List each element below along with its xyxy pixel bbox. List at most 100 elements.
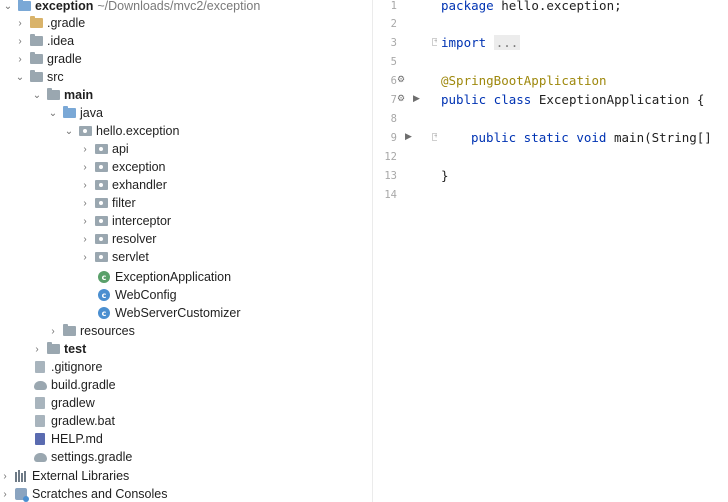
chevron-right-icon[interactable]: › — [47, 322, 59, 340]
spring-bean-icon[interactable]: ⚙ — [397, 74, 405, 85]
source-folder-icon — [62, 106, 76, 120]
tree-item-label: filter — [112, 196, 136, 210]
package-icon — [94, 196, 108, 210]
tree-item-interceptor[interactable]: › interceptor — [0, 212, 372, 230]
run-icon[interactable]: ▶ — [405, 131, 412, 142]
code-line: package hello.exception; — [441, 0, 622, 15]
tree-item-web-server-customizer[interactable]: c WebServerCustomizer — [0, 304, 372, 322]
tree-item-servlet[interactable]: › servlet — [0, 248, 372, 266]
tree-item-gradle[interactable]: › gradle — [0, 50, 372, 68]
line-number: 2 — [390, 17, 397, 30]
package-icon — [94, 250, 108, 264]
tree-item-label: api — [112, 142, 129, 156]
code-line: public static void main(String[] — [471, 128, 712, 147]
run-icon[interactable]: ▶ — [413, 93, 420, 104]
tree-item-label: resources — [80, 324, 135, 338]
chevron-down-icon[interactable]: ⌄ — [47, 104, 59, 122]
tree-item-exception-application[interactable]: c ExceptionApplication — [0, 268, 372, 286]
project-tree: ⌄ exception ~/Downloads/mvc2/exception ›… — [0, 0, 372, 502]
tree-item-api[interactable]: › api — [0, 140, 372, 158]
chevron-right-icon[interactable]: › — [14, 14, 26, 32]
line-number: 8 — [390, 112, 397, 125]
project-name: exception — [35, 0, 94, 13]
package-icon — [94, 214, 108, 228]
gradle-elephant-icon — [33, 378, 47, 392]
chevron-down-icon[interactable]: ⌄ — [31, 86, 43, 104]
tree-item-exhandler[interactable]: › exhandler — [0, 176, 372, 194]
spring-bean-icon[interactable]: ⚙ — [397, 93, 405, 104]
chevron-right-icon[interactable]: › — [79, 158, 91, 176]
chevron-down-icon[interactable]: ⌄ — [2, 0, 14, 15]
code-text: hello.exception; — [493, 0, 622, 13]
chevron-right-icon[interactable]: › — [79, 212, 91, 230]
tree-item-external-libraries[interactable]: › External Libraries — [0, 467, 372, 485]
tree-root-exception[interactable]: ⌄ exception ~/Downloads/mvc2/exception — [0, 0, 372, 15]
tree-item-label: java — [80, 106, 103, 120]
chevron-right-icon[interactable]: › — [14, 32, 26, 50]
line-number: 12 — [384, 150, 397, 163]
bat-file-icon — [33, 414, 47, 428]
tree-item-label: gradle — [47, 52, 82, 66]
code-line: } — [441, 166, 449, 185]
tree-item-gradlew-bat[interactable]: gradlew.bat — [0, 412, 372, 430]
chevron-right-icon[interactable]: › — [31, 340, 43, 358]
annotation: @SpringBootApplication — [441, 73, 607, 88]
tree-item-gradle-dir[interactable]: › .gradle — [0, 14, 372, 32]
chevron-right-icon[interactable]: › — [0, 485, 11, 502]
code-line: @SpringBootApplication — [441, 71, 607, 90]
chevron-right-icon[interactable]: › — [79, 176, 91, 194]
line-number: 5 — [390, 55, 397, 68]
gradle-elephant-icon — [33, 450, 47, 464]
tree-item-label: exception — [112, 160, 166, 174]
keyword: import — [441, 35, 487, 50]
package-icon — [94, 160, 108, 174]
tree-item-src[interactable]: ⌄ src — [0, 68, 372, 86]
keyword: public class — [441, 92, 532, 107]
tree-item-label: WebServerCustomizer — [115, 306, 241, 320]
class-icon: c — [97, 288, 111, 302]
line-number: 3 — [390, 36, 397, 49]
tree-item-label: interceptor — [112, 214, 172, 228]
tree-item-label: servlet — [112, 250, 149, 264]
tree-item-resources[interactable]: › resources — [0, 322, 372, 340]
folder-icon — [29, 34, 43, 48]
tree-item-scratches[interactable]: › Scratches and Consoles — [0, 485, 372, 502]
resources-folder-icon — [62, 324, 76, 338]
tree-item-help-md[interactable]: HELP.md — [0, 430, 372, 448]
tree-item-gitignore[interactable]: .gitignore — [0, 358, 372, 376]
chevron-right-icon[interactable]: › — [79, 248, 91, 266]
chevron-right-icon[interactable]: › — [79, 140, 91, 158]
class-icon: c — [97, 306, 111, 320]
chevron-right-icon[interactable]: › — [14, 50, 26, 68]
tree-item-label: .idea — [47, 34, 75, 48]
code-line: public class ExceptionApplication { — [441, 90, 704, 109]
spring-class-icon: c — [97, 270, 111, 284]
tree-item-web-config[interactable]: c WebConfig — [0, 286, 372, 304]
folded-imports[interactable]: ... — [493, 35, 521, 50]
tree-item-java[interactable]: ⌄ java — [0, 104, 372, 122]
code-editor[interactable]: package hello.exception; import ... @Spr… — [437, 0, 728, 502]
chevron-down-icon[interactable]: ⌄ — [14, 68, 26, 86]
tree-item-resolver[interactable]: › resolver — [0, 230, 372, 248]
tree-item-settings-gradle[interactable]: settings.gradle — [0, 448, 372, 466]
libraries-icon — [14, 469, 28, 483]
tree-item-label: .gradle — [47, 16, 86, 30]
folder-icon — [29, 52, 43, 66]
tree-item-gradlew[interactable]: gradlew — [0, 394, 372, 412]
tree-item-idea[interactable]: › .idea — [0, 32, 372, 50]
tree-item-hello-exception[interactable]: ⌄ hello.exception — [0, 122, 372, 140]
line-number: 1 — [390, 0, 397, 12]
line-number: 13 — [384, 169, 397, 182]
line-number: 14 — [384, 188, 397, 201]
editor-gutter: 1 2 3 5 6 7 8 9 12 13 14 ⚙ ⚙ ▶ ▶ + + — [373, 0, 440, 502]
tree-item-label: .gitignore — [51, 360, 103, 374]
tree-item-test[interactable]: › test — [0, 340, 372, 358]
chevron-right-icon[interactable]: › — [0, 467, 11, 485]
chevron-right-icon[interactable]: › — [79, 230, 91, 248]
tree-item-build-gradle[interactable]: build.gradle — [0, 376, 372, 394]
tree-item-exception[interactable]: › exception — [0, 158, 372, 176]
chevron-right-icon[interactable]: › — [79, 194, 91, 212]
tree-item-main[interactable]: ⌄ main — [0, 86, 372, 104]
chevron-down-icon[interactable]: ⌄ — [63, 122, 75, 140]
tree-item-filter[interactable]: › filter — [0, 194, 372, 212]
